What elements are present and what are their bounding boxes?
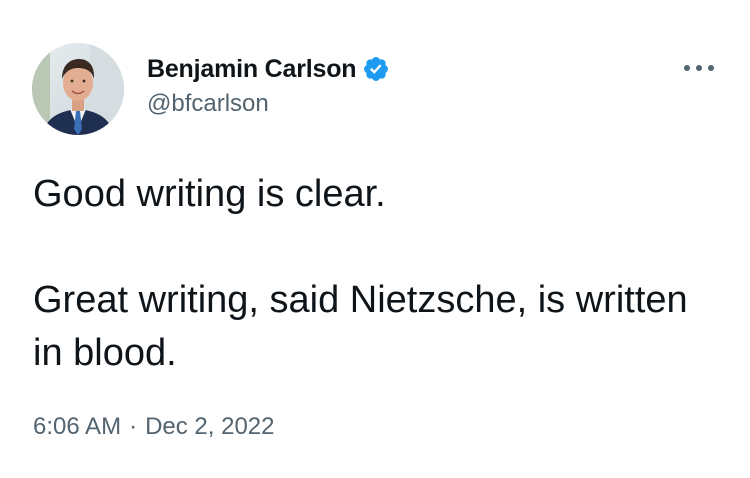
more-dot: [684, 65, 690, 71]
tweet-time[interactable]: 6:06 AM: [33, 413, 121, 441]
more-dot: [696, 65, 702, 71]
tweet-card: Benjamin Carlson @bfcarlson Good writing…: [0, 0, 750, 478]
tweet-text: Good writing is clear. Great writing, sa…: [33, 168, 723, 380]
more-options-icon[interactable]: [684, 56, 714, 80]
avatar[interactable]: [32, 43, 124, 135]
author-name-row: Benjamin Carlson: [147, 52, 390, 86]
verified-badge-icon: [362, 55, 390, 83]
author-info: Benjamin Carlson @bfcarlson: [147, 52, 390, 118]
tweet-date[interactable]: Dec 2, 2022: [145, 413, 274, 441]
tweet-text-line: Good writing is clear.: [33, 173, 386, 215]
meta-separator: ·: [129, 413, 138, 440]
author-handle[interactable]: @bfcarlson: [147, 90, 390, 118]
tweet-timestamp: 6:06 AM · Dec 2, 2022: [33, 413, 274, 441]
more-dot: [708, 65, 714, 71]
author-display-name[interactable]: Benjamin Carlson: [147, 55, 357, 84]
tweet-text-line: Great writing, said Nietzsche, is writte…: [33, 279, 688, 374]
